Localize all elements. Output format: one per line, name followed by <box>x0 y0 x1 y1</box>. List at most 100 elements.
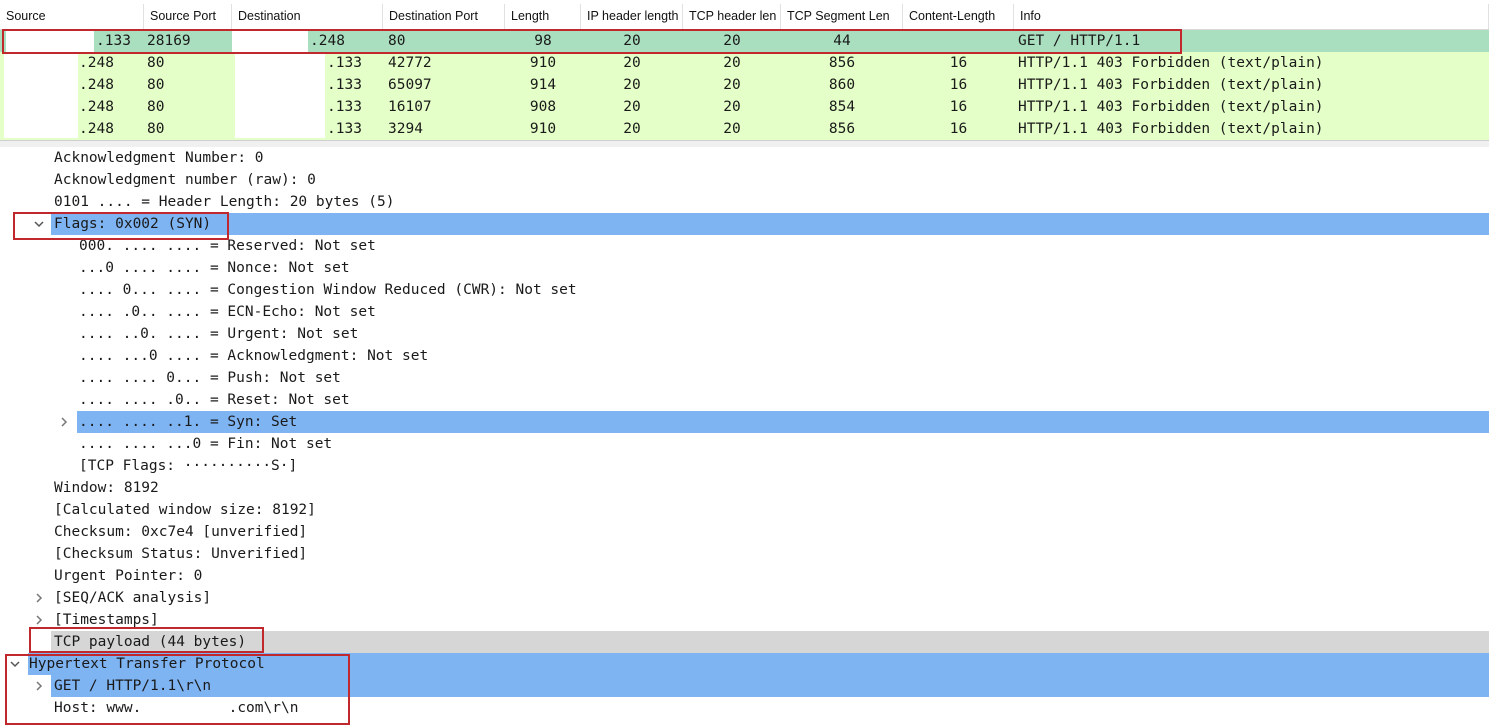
tree-item-label: Checksum: 0xc7e4 [unverified] <box>54 524 308 540</box>
tree-item[interactable]: ...0 .... .... = Nonce: Not set <box>0 257 1489 279</box>
tree-item[interactable]: .... ...0 .... = Acknowledgment: Not set <box>0 345 1489 367</box>
tree-item[interactable]: .... .... ...0 = Fin: Not set <box>0 433 1489 455</box>
tree-item-label: 000. .... .... = Reserved: Not set <box>79 238 376 254</box>
tree-item-label: Window: 8192 <box>54 480 159 496</box>
cell-clen: 16 <box>949 99 968 115</box>
tree-item-label: .... ..0. .... = Urgent: Not set <box>79 326 359 342</box>
packet-row[interactable]: .248 80.133 65097 914 20 20 860 16 HTTP/1.1 403 … <box>0 74 1489 96</box>
redacted-address <box>235 52 325 138</box>
packet-details-tree: Acknowledgment Number: 0 Acknowledgment n… <box>0 147 1489 728</box>
chevron-down-icon[interactable] <box>33 213 47 235</box>
packet-list: Source Source Port Destination Destination … <box>0 0 1489 140</box>
tree-item[interactable]: Host: www. .com\r\n <box>0 697 1489 719</box>
cell-tcphl: 20 <box>723 33 741 49</box>
cell-clen: 16 <box>949 55 968 71</box>
tree-item[interactable]: .... 0... .... = Congestion Window Reduc… <box>0 279 1489 301</box>
column-header-content-length[interactable]: Content-Length <box>903 4 1014 29</box>
cell-seglen: 854 <box>828 99 856 115</box>
tree-item-label: Host: www. .com\r\n <box>54 700 299 716</box>
tree-item-label: [Timestamps] <box>54 612 159 628</box>
cell-len: 98 <box>534 33 552 49</box>
tree-item-label: ...0 .... .... = Nonce: Not set <box>79 260 350 276</box>
tree-item[interactable]: [Checksum Status: Unverified] <box>0 543 1489 565</box>
column-header-destination[interactable]: Destination <box>232 4 383 29</box>
tree-item[interactable]: Urgent Pointer: 0 <box>0 565 1489 587</box>
tree-item[interactable]: [SEQ/ACK analysis] <box>0 587 1489 609</box>
tree-item[interactable]: [Timestamps] <box>0 609 1489 631</box>
tree-item-highlight <box>51 213 1489 235</box>
tree-item-label: .... .... ...0 = Fin: Not set <box>79 436 333 452</box>
tree-item-label: Urgent Pointer: 0 <box>54 568 203 584</box>
tree-item[interactable]: Window: 8192 <box>0 477 1489 499</box>
cell-clen <box>903 30 1014 52</box>
cell-seglen: 856 <box>828 55 856 71</box>
redacted-address <box>6 30 94 52</box>
tree-item-label: GET / HTTP/1.1\r\n <box>54 678 212 694</box>
column-header-tcp-segment-len[interactable]: TCP Segment Len <box>781 4 903 29</box>
chevron-right-icon[interactable] <box>33 675 47 697</box>
tree-item-label: .... .... ..1. = Syn: Set <box>79 414 298 430</box>
tree-item[interactable]: TCP payload (44 bytes) <box>0 631 1489 653</box>
tree-item[interactable]: Acknowledgment Number: 0 <box>0 147 1489 169</box>
cell-iphl: 20 <box>623 55 641 71</box>
column-header-length[interactable]: Length <box>505 4 581 29</box>
column-header-tcp-header-len[interactable]: TCP header len <box>683 4 781 29</box>
tree-item-label: [Checksum Status: Unverified] <box>54 546 308 562</box>
chevron-right-icon[interactable] <box>33 587 47 609</box>
column-header-source-port[interactable]: Source Port <box>144 4 232 29</box>
packet-row-selected[interactable]: .133 28169.248 80 98 20 20 44 GET / HTTP/1.1 <box>0 30 1489 52</box>
column-header-destination-port[interactable]: Destination Port <box>383 4 505 29</box>
cell-src: .248 <box>79 121 114 137</box>
column-header-info[interactable]: Info <box>1014 4 1489 29</box>
packet-row[interactable]: .248 80.133 3294 910 20 20 856 16 HTTP/1.1 403 F… <box>0 118 1489 140</box>
packet-list-header: Source Source Port Destination Destination … <box>0 4 1489 30</box>
tree-item-label: [TCP Flags: ··········S·] <box>79 458 298 474</box>
tree-item[interactable]: 0101 .... = Header Length: 20 bytes (5) <box>0 191 1489 213</box>
cell-seglen: 860 <box>828 77 856 93</box>
cell-tcphl: 20 <box>723 77 741 93</box>
cell-clen: 16 <box>949 77 968 93</box>
cell-src: .248 <box>79 77 114 93</box>
tree-item[interactable]: [TCP Flags: ··········S·] <box>0 455 1489 477</box>
tree-item-label: Acknowledgment Number: 0 <box>54 150 264 166</box>
packet-row[interactable]: .248 80.133 16107 908 20 20 854 16 HTTP/1.1 403 … <box>0 96 1489 118</box>
cell-info: HTTP/1.1 403 Forbidden (text/plain) <box>1018 55 1324 71</box>
tree-item[interactable]: .... ..0. .... = Urgent: Not set <box>0 323 1489 345</box>
tree-item[interactable]: Checksum: 0xc7e4 [unverified] <box>0 521 1489 543</box>
tree-item[interactable]: .... .... ..1. = Syn: Set <box>0 411 1489 433</box>
cell-src: .248 <box>79 99 114 115</box>
tree-item[interactable]: .... .0.. .... = ECN-Echo: Not set <box>0 301 1489 323</box>
tree-item[interactable]: GET / HTTP/1.1\r\n <box>0 675 1489 697</box>
cell-dst: .248 <box>310 33 345 49</box>
tree-item[interactable]: .... .... 0... = Push: Not set <box>0 367 1489 389</box>
cell-info: HTTP/1.1 403 Forbidden (text/plain) <box>1018 99 1324 115</box>
chevron-right-icon[interactable] <box>58 411 72 433</box>
redacted-address <box>4 52 78 138</box>
chevron-right-icon[interactable] <box>33 609 47 631</box>
tree-item-label: .... .... 0... = Push: Not set <box>79 370 341 386</box>
tree-item[interactable]: [Calculated window size: 8192] <box>0 499 1489 521</box>
tree-item[interactable]: Hypertext Transfer Protocol <box>0 653 1489 675</box>
tree-item-label: .... .... .0.. = Reset: Not set <box>79 392 350 408</box>
cell-info: HTTP/1.1 403 Forbidden (text/plain) <box>1018 121 1324 137</box>
tree-item-label: Acknowledgment number (raw): 0 <box>54 172 316 188</box>
packet-row[interactable]: .248 80.133 42772 910 20 20 856 16 HTTP/1.1 403 … <box>0 52 1489 74</box>
column-header-source[interactable]: Source <box>0 4 144 29</box>
tree-item-highlight <box>51 675 1489 697</box>
cell-iphl: 20 <box>623 33 641 49</box>
cell-tcphl: 20 <box>723 99 741 115</box>
cell-len: 908 <box>529 99 557 115</box>
tree-item-highlight-gray <box>51 631 1489 653</box>
cell-dst: .133 <box>327 77 362 93</box>
cell-len: 910 <box>529 55 557 71</box>
column-header-ip-header-length[interactable]: IP header length <box>581 4 683 29</box>
tree-item[interactable]: .... .... .0.. = Reset: Not set <box>0 389 1489 411</box>
tree-item[interactable]: Flags: 0x002 (SYN) <box>0 213 1489 235</box>
cell-dst: .133 <box>327 121 362 137</box>
cell-iphl: 20 <box>623 99 641 115</box>
tree-item[interactable]: 000. .... .... = Reserved: Not set <box>0 235 1489 257</box>
chevron-down-icon[interactable] <box>9 653 23 675</box>
cell-dst: .133 <box>327 55 362 71</box>
tree-item[interactable]: Acknowledgment number (raw): 0 <box>0 169 1489 191</box>
redacted-address <box>232 30 308 52</box>
